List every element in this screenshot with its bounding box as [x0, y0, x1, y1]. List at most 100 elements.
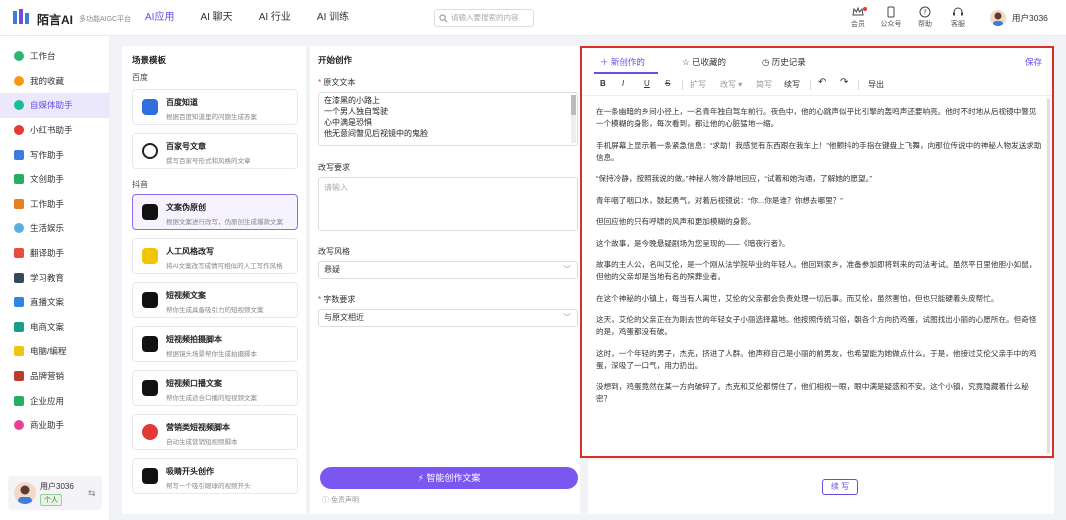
disclaimer-link[interactable]: ⓘ 免责声明	[322, 495, 359, 505]
sidebar-item-writing[interactable]: 写作助手	[0, 142, 109, 167]
expand-button[interactable]: 扩写	[690, 79, 706, 90]
template-card-voiceover-copy[interactable]: 短视频口播文案 帮你生成适合口播的短视频文案	[132, 370, 298, 406]
sidebar-item-enterprise[interactable]: 企业应用	[0, 388, 109, 413]
content-paragraph: 故事的主人公，名叫艾伦，是一个刚从法学院毕业的年轻人。他回到家乡，准备参加即将到…	[596, 260, 1037, 281]
source-line: 他无意间瞥见后视镜中的鬼脸	[324, 129, 428, 138]
tab-favorites[interactable]: ☆ 已收藏的	[682, 56, 726, 68]
length-label: * 字数要求	[318, 295, 356, 304]
vip-button[interactable]: 会员	[843, 6, 873, 29]
template-card-baidu-zhidao[interactable]: 百度知道 根据百度知道里的问题生成答案	[132, 89, 298, 125]
template-card-hook-opening[interactable]: 吸睛开头创作 帮写一个吸引眼球的视频开头	[132, 458, 298, 494]
template-card-baijiahao[interactable]: 百家号文章 撰写百家号形式和风格的文章	[132, 133, 298, 169]
search-input[interactable]: 请输入要搜索的内容	[434, 9, 534, 27]
sidebar-item-creative[interactable]: 文创助手	[0, 167, 109, 192]
media-assistant-icon	[14, 100, 24, 111]
rewrite-dropdown[interactable]: 改写 ▾	[720, 79, 742, 90]
tab-new[interactable]: ＋ 新创作的	[600, 56, 645, 68]
editor-scrollbar[interactable]	[1047, 98, 1050, 454]
source-text-area[interactable]: 在漆黑的小路上 一个男人独自驾驶 心中满是恐惧 他无意间瞥见后视镜中的鬼脸	[318, 92, 578, 146]
save-button[interactable]: 保存	[1025, 56, 1042, 68]
sidebar-user-card[interactable]: 用户3036 个人 ⇆	[8, 476, 102, 510]
top-nav-ai-apps[interactable]: AI应用	[145, 0, 174, 36]
template-card-human-style[interactable]: 人工风格改写 将AI文案改写成情可相似的人工写作风格	[132, 238, 298, 274]
sidebar-item-live[interactable]: 直播文案	[0, 290, 109, 315]
bold-button[interactable]: B	[600, 79, 606, 88]
undo-icon[interactable]: ↶	[818, 77, 826, 88]
continue-button[interactable]: 续写	[784, 79, 800, 90]
top-nav-ai-industry[interactable]: AI 行业	[259, 0, 291, 36]
length-select[interactable]: 与原文相近 ﹀	[318, 309, 578, 327]
content-paragraph: 手机屏幕上显示着一条紧急信息：“求助！我感觉有东西跟在我车上！”他颤抖的手指在键…	[596, 140, 1042, 162]
sidebar-item-label: 学习教育	[30, 272, 65, 283]
customer-service-button[interactable]: 客服	[943, 6, 973, 29]
user-name: 用户3036	[1012, 13, 1048, 23]
template-card-pseudo-original[interactable]: 文案伪原创 根据文案进行改写，伪原创生成爆款文案	[132, 194, 298, 230]
strikethrough-button[interactable]: S	[665, 79, 670, 88]
chevron-down-icon: ﹀	[563, 313, 571, 322]
education-icon	[14, 272, 24, 283]
template-desc: 根据镜头场景帮你生成拍摄脚本	[166, 351, 257, 358]
sidebar-item-label: 直播文案	[30, 297, 65, 308]
svg-text:?: ?	[923, 9, 927, 17]
user-menu[interactable]: 用户3036	[990, 10, 1048, 26]
sidebar-item-label: 工作台	[30, 51, 56, 62]
top-nav-ai-training[interactable]: AI 训练	[317, 0, 349, 36]
template-card-short-video-copy[interactable]: 短视频文案 帮你生成具备吸引力的短视频文案	[132, 282, 298, 318]
sidebar-item-work[interactable]: 工作助手	[0, 192, 109, 217]
template-title: 吸睛开头创作	[166, 467, 214, 476]
italic-button[interactable]: I	[622, 79, 624, 88]
help-button[interactable]: ? 帮助	[910, 6, 940, 29]
template-card-marketing-script[interactable]: 营销类短视频脚本 自动生成营销短视频脚本	[132, 414, 298, 450]
requirement-label: 改写要求	[318, 163, 350, 172]
editor-toolbar: B I U S 扩写 改写 ▾ 简写 续写 ↶ ↷ 导出	[582, 74, 1052, 96]
clapperboard-icon	[142, 468, 158, 484]
sidebar-item-label: 电商文案	[30, 321, 65, 332]
shorten-button[interactable]: 简写	[756, 79, 772, 90]
export-button[interactable]: 导出	[868, 79, 884, 90]
official-account-button[interactable]: 公众号	[876, 6, 906, 29]
toolbar-divider	[682, 80, 683, 90]
template-panel: 场景模板 百度 百度知道 根据百度知道里的问题生成答案 百家号文章 撰写百家号形…	[122, 46, 306, 514]
textarea-scrollbar[interactable]	[571, 95, 576, 143]
sidebar-item-branding[interactable]: 品牌营销	[0, 364, 109, 389]
writing-icon	[14, 149, 24, 160]
sidebar-item-programming[interactable]: 电脑/编程	[0, 339, 109, 364]
redo-icon[interactable]: ↷	[840, 77, 848, 88]
sidebar-item-label: 小红书助手	[30, 125, 73, 136]
notification-dot	[863, 7, 867, 11]
top-nav-ai-chat[interactable]: AI 聊天	[200, 0, 232, 36]
customer-service-label: 客服	[951, 21, 965, 28]
template-title: 文案伪原创	[166, 203, 206, 212]
template-card-shooting-script[interactable]: 短视频拍摄脚本 根据镜头场景帮你生成拍摄脚本	[132, 326, 298, 362]
continue-writing-button[interactable]: 续 写	[822, 479, 858, 495]
content-paragraph: 这天，艾伦的父亲正在为刚去世的年轻女子小丽选择墓地。他按照传统习俗，朝各个方向扔…	[596, 315, 1037, 336]
generate-button[interactable]: ⚡ 智能创作文案	[320, 467, 578, 489]
requirement-input[interactable]: 请输入	[318, 177, 578, 231]
rewrite-icon	[142, 248, 158, 264]
sidebar-item-label: 写作助手	[30, 149, 65, 160]
underline-button[interactable]: U	[644, 79, 650, 88]
baidu-paw-icon	[142, 99, 158, 115]
editor-content[interactable]: 在一条幽暗的乡间小径上，一名青年独自驾车前行。夜色中，他的心跳声似乎比引擎的轰鸣…	[596, 106, 1042, 415]
clock-icon: ◷	[762, 57, 772, 67]
enterprise-icon	[14, 395, 24, 406]
app-name: 陌言AI	[37, 13, 74, 27]
style-select[interactable]: 悬疑 ﹀	[318, 261, 578, 279]
sidebar-item-business[interactable]: 商业助手	[0, 413, 109, 438]
switch-icon[interactable]: ⇆	[88, 488, 96, 499]
sidebar-item-education[interactable]: 学习教育	[0, 265, 109, 290]
template-desc: 将AI文案改写成情可相似的人工写作风格	[166, 263, 283, 270]
clapperboard-icon	[142, 336, 158, 352]
sidebar-item-life[interactable]: 生活娱乐	[0, 216, 109, 241]
sidebar-item-ecommerce[interactable]: 电商文案	[0, 315, 109, 340]
sidebar-item-xiaohongshu[interactable]: 小红书助手	[0, 118, 109, 143]
tab-history[interactable]: ◷ 历史记录	[762, 56, 806, 68]
template-desc: 根据文案进行改写，伪原创生成爆款文案	[166, 219, 283, 226]
favorites-icon	[14, 75, 24, 86]
source-line: 在漆黑的小路上	[324, 96, 380, 105]
sidebar-item-media-assistant[interactable]: 自媒体助手	[0, 93, 109, 118]
template-title: 百家号文章	[166, 142, 206, 151]
sidebar-item-translate[interactable]: 翻译助手	[0, 241, 109, 266]
sidebar-item-workbench[interactable]: 工作台	[0, 44, 109, 69]
sidebar-item-favorites[interactable]: 我的收藏	[0, 69, 109, 94]
